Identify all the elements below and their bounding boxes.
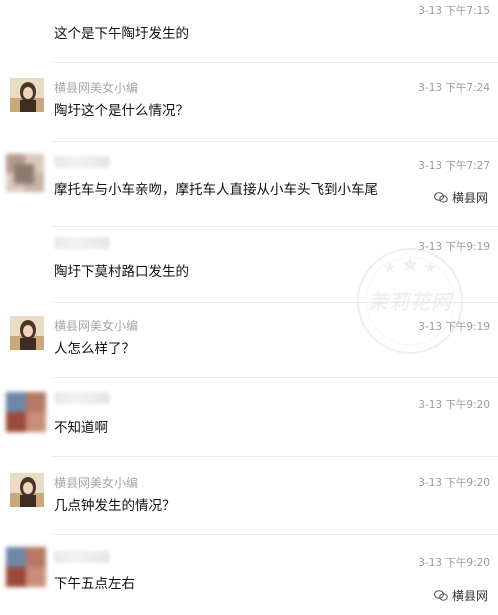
avatar [10, 78, 44, 112]
watermark-small: 横县网 [433, 189, 488, 206]
sender-name: 横县网美女小编 [54, 476, 139, 490]
message-text: 陶圩这个是什么情况？ [54, 103, 189, 119]
sender-name: 横县网美女小编 [54, 81, 139, 95]
sender-name-blurred [54, 392, 110, 404]
message-text: 几点钟发生的情况？ [54, 498, 176, 514]
message-item: 3-13 下午9:20 下午五点左右 横县网 [0, 535, 498, 615]
message-item: 横县网美女小编 3-13 下午9:20 几点钟发生的情况？ [0, 457, 498, 537]
watermark-label: 横县网 [451, 589, 488, 603]
sender-name: 横县网美女小编 [54, 319, 139, 333]
sender-name-blurred [54, 237, 110, 249]
sender-name-blurred [54, 551, 110, 563]
message-text: 摩托车与小车亲吻，摩托车人直接从小车头飞到小车尾 [54, 182, 378, 198]
message-time: 3-13 下午9:20 [418, 557, 490, 569]
wechat-icon [433, 192, 448, 203]
message-time: 3-13 下午9:20 [418, 399, 490, 411]
watermark-label: 横县网 [451, 191, 488, 205]
watermark-small: 横县网 [433, 587, 488, 604]
wechat-icon [433, 590, 448, 601]
message-item: 3-13 下午7:15 这个是下午陶圩发生的 [0, 0, 498, 60]
message-text: 这个是下午陶圩发生的 [54, 26, 189, 42]
avatar [6, 154, 44, 192]
message-item: 3-13 下午9:20 不知道啊 [0, 378, 498, 458]
avatar [10, 473, 44, 507]
message-text: 下午五点左右 [54, 576, 135, 592]
message-time: 3-13 下午9:20 [418, 477, 490, 489]
avatar [6, 392, 46, 432]
avatar [10, 316, 44, 350]
message-time: 3-13 下午7:15 [418, 5, 490, 17]
message-text: 陶圩下莫村路口发生的 [54, 264, 189, 280]
message-text: 不知道啊 [54, 420, 108, 436]
sender-name-blurred [54, 156, 110, 168]
message-item: 3-13 下午7:27 摩托车与小车亲吻，摩托车人直接从小车头飞到小车尾 横县网 [0, 142, 498, 227]
message-time: 3-13 下午9:19 [418, 321, 490, 333]
message-item: 横县网美女小编 3-13 下午9:19 人怎么样了？ [0, 303, 498, 378]
avatar [6, 547, 46, 587]
message-item: 横县网美女小编 3-13 下午7:24 陶圩这个是什么情况？ [0, 63, 498, 143]
message-time: 3-13 下午7:27 [418, 160, 490, 172]
message-time: 3-13 下午7:24 [418, 82, 490, 94]
message-text: 人怎么样了？ [54, 341, 135, 357]
